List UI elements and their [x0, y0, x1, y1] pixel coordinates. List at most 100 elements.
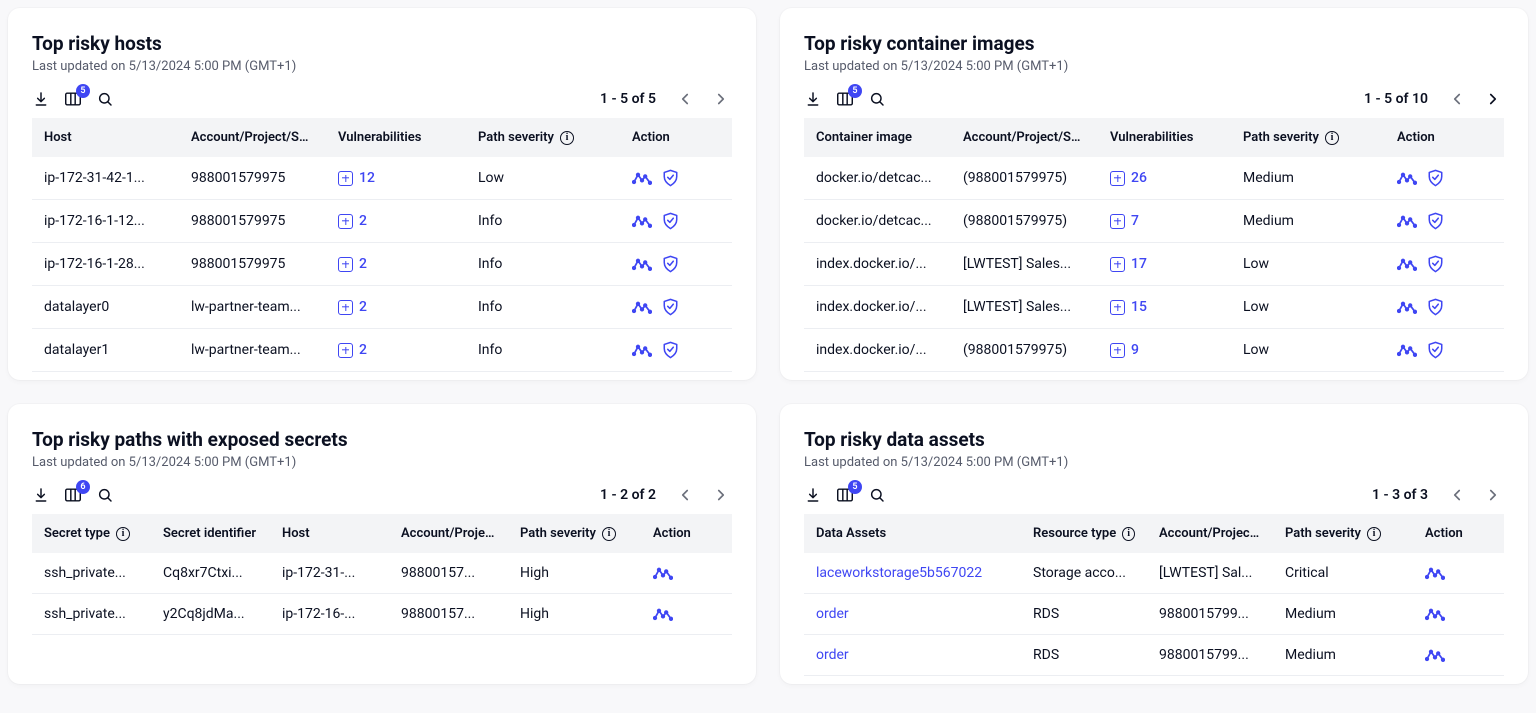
panel-title: Top risky paths with exposed secrets — [32, 428, 732, 451]
th-host: Host — [32, 118, 179, 157]
path-action-icon[interactable] — [653, 565, 673, 581]
vuln-expand[interactable]: 2 — [338, 213, 454, 229]
vuln-expand[interactable]: 7 — [1110, 213, 1219, 229]
path-action-icon[interactable] — [1397, 213, 1417, 229]
info-icon[interactable]: i — [560, 131, 574, 145]
asset-link[interactable]: laceworkstorage5b567022 — [816, 565, 982, 581]
cell-host: ip-172-16-1-12... — [32, 200, 179, 243]
download-icon[interactable] — [32, 486, 50, 504]
plus-box-icon — [338, 171, 353, 186]
search-icon[interactable] — [96, 90, 114, 108]
pager-next[interactable] — [1482, 88, 1504, 110]
columns-icon[interactable]: 6 — [64, 486, 82, 504]
path-action-icon[interactable] — [1397, 256, 1417, 272]
cell-severity: Medium — [1273, 594, 1413, 635]
vuln-expand[interactable]: 26 — [1110, 170, 1219, 186]
cell-host: ip-172-31-42-1... — [32, 157, 179, 200]
columns-icon[interactable]: 5 — [836, 486, 854, 504]
cell-severity: Medium — [1273, 635, 1413, 676]
pager-next[interactable] — [710, 88, 732, 110]
vuln-count: 15 — [1131, 299, 1147, 315]
cell-severity: Info — [466, 286, 620, 329]
cell-host: ip-172-31-... — [270, 553, 389, 594]
shield-action-icon[interactable] — [662, 212, 679, 230]
search-icon[interactable] — [868, 486, 886, 504]
path-action-icon[interactable] — [632, 299, 652, 315]
path-action-icon[interactable] — [1425, 565, 1445, 581]
plus-box-icon — [1110, 171, 1125, 186]
pager-next[interactable] — [1482, 484, 1504, 506]
table-row: datalayer0 lw-partner-team... 2 Info — [32, 286, 732, 329]
vuln-expand[interactable]: 2 — [338, 342, 454, 358]
path-action-icon[interactable] — [1397, 170, 1417, 186]
path-action-icon[interactable] — [632, 170, 652, 186]
vuln-expand[interactable]: 2 — [338, 299, 454, 315]
pager-prev[interactable] — [1446, 484, 1468, 506]
images-table: Container image Account/Project/Subsc Vu… — [804, 118, 1504, 372]
path-action-icon[interactable] — [632, 256, 652, 272]
info-icon[interactable]: i — [1122, 527, 1135, 541]
path-action-icon[interactable] — [1397, 342, 1417, 358]
cell-resource-type: RDS — [1021, 635, 1147, 676]
cell-account: [LWTEST] Sales... — [951, 243, 1098, 286]
pager-text: 1 - 5 of 5 — [600, 91, 656, 107]
path-action-icon[interactable] — [1425, 606, 1445, 622]
shield-action-icon[interactable] — [662, 169, 679, 187]
download-icon[interactable] — [32, 90, 50, 108]
path-action-icon[interactable] — [1397, 299, 1417, 315]
vuln-count: 2 — [359, 342, 367, 358]
asset-link[interactable]: order — [816, 647, 849, 663]
pager-prev[interactable] — [674, 484, 696, 506]
path-action-icon[interactable] — [632, 342, 652, 358]
shield-action-icon[interactable] — [1427, 341, 1444, 359]
columns-badge: 5 — [76, 84, 90, 98]
shield-action-icon[interactable] — [1427, 169, 1444, 187]
cell-account: 988001579975 — [179, 200, 326, 243]
cell-severity: Low — [1231, 329, 1385, 372]
asset-link[interactable]: order — [816, 606, 849, 622]
vuln-expand[interactable]: 17 — [1110, 256, 1219, 272]
cell-account: 988001579975 — [179, 243, 326, 286]
search-icon[interactable] — [868, 90, 886, 108]
panel-updated: Last updated on 5/13/2024 5:00 PM (GMT+1… — [804, 59, 1504, 74]
shield-action-icon[interactable] — [662, 341, 679, 359]
vuln-count: 17 — [1131, 256, 1147, 272]
download-icon[interactable] — [804, 486, 822, 504]
shield-action-icon[interactable] — [662, 298, 679, 316]
cell-severity: Info — [466, 329, 620, 372]
secrets-table: Secret typei Secret identifier Host Acco… — [32, 514, 732, 635]
path-action-icon[interactable] — [1425, 647, 1445, 663]
path-action-icon[interactable] — [632, 213, 652, 229]
plus-box-icon — [1110, 343, 1125, 358]
search-icon[interactable] — [96, 486, 114, 504]
info-icon[interactable]: i — [1325, 131, 1339, 145]
pager-prev[interactable] — [1446, 88, 1468, 110]
shield-action-icon[interactable] — [1427, 298, 1444, 316]
assets-table: Data Assets Resource typei Account/Proje… — [804, 514, 1504, 676]
table-row: ip-172-16-1-12... 988001579975 2 Info — [32, 200, 732, 243]
pager-prev[interactable] — [674, 88, 696, 110]
vuln-expand[interactable]: 15 — [1110, 299, 1219, 315]
pager-next[interactable] — [710, 484, 732, 506]
vuln-expand[interactable]: 2 — [338, 256, 454, 272]
th-account: Account/Project/Subsc — [179, 118, 326, 157]
table-row: index.docker.io/... [LWTEST] Sales... 17… — [804, 243, 1504, 286]
cell-account: lw-partner-team... — [179, 329, 326, 372]
vuln-expand[interactable]: 9 — [1110, 342, 1219, 358]
info-icon[interactable]: i — [116, 527, 130, 541]
cell-image: index.docker.io/... — [804, 243, 951, 286]
cell-image: index.docker.io/... — [804, 329, 951, 372]
table-row: ip-172-31-42-1... 988001579975 12 Low — [32, 157, 732, 200]
columns-icon[interactable]: 5 — [836, 90, 854, 108]
info-icon[interactable]: i — [602, 527, 616, 541]
plus-box-icon — [338, 214, 353, 229]
shield-action-icon[interactable] — [662, 255, 679, 273]
vuln-expand[interactable]: 12 — [338, 170, 454, 186]
download-icon[interactable] — [804, 90, 822, 108]
shield-action-icon[interactable] — [1427, 212, 1444, 230]
columns-icon[interactable]: 5 — [64, 90, 82, 108]
info-icon[interactable]: i — [1367, 527, 1381, 541]
path-action-icon[interactable] — [653, 606, 673, 622]
shield-action-icon[interactable] — [1427, 255, 1444, 273]
pager-text: 1 - 2 of 2 — [600, 487, 656, 503]
